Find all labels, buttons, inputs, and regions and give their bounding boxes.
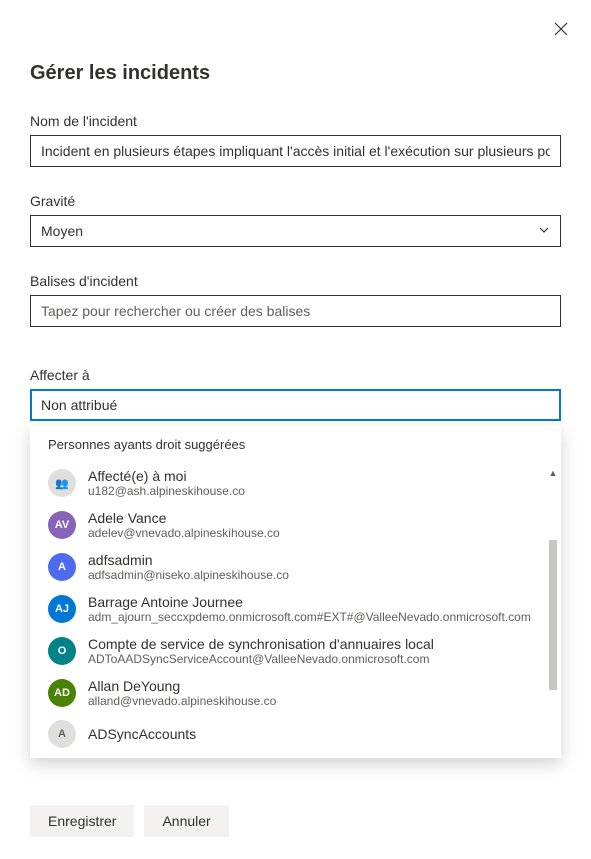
avatar: AD xyxy=(48,679,76,707)
incident-name-input[interactable] xyxy=(30,135,561,167)
suggestion-text: Affecté(e) à moiu182@ash.alpineskihouse.… xyxy=(88,468,543,498)
suggestion-text: Adele Vanceadelev@vnevado.alpineskihouse… xyxy=(88,510,543,540)
avatar: AV xyxy=(48,511,76,539)
tags-input[interactable] xyxy=(30,295,561,327)
suggestion-name: ADSyncAccounts xyxy=(88,726,543,742)
suggestion-item[interactable]: O Compte de service de synchronisation d'… xyxy=(30,630,561,672)
avatar: A xyxy=(48,553,76,581)
avatar: O xyxy=(48,637,76,665)
scrollbar-thumb[interactable] xyxy=(549,540,557,690)
tags-label: Balises d'incident xyxy=(30,273,561,289)
incident-name-field: Nom de l'incident xyxy=(30,113,561,167)
suggestion-text: ADSyncAccounts xyxy=(88,726,543,742)
suggestion-email: u182@ash.alpineskihouse.co xyxy=(88,484,543,498)
suggestion-name: Adele Vance xyxy=(88,510,543,526)
avatar: 👥 xyxy=(48,469,76,497)
dialog-footer: Enregistrer Annuler xyxy=(30,805,229,837)
suggestion-name: Compte de service de synchronisation d'a… xyxy=(88,636,543,652)
suggestion-item[interactable]: AV Adele Vanceadelev@vnevado.alpineskihou… xyxy=(30,504,561,546)
suggestion-name: Affecté(e) à moi xyxy=(88,468,543,484)
close-button[interactable] xyxy=(549,18,573,42)
suggestions-dropdown: Personnes ayants droit suggérées 👥 Affect… xyxy=(30,425,561,758)
assign-to-field: Affecter à Personnes ayants droit suggér… xyxy=(30,367,561,421)
suggestion-item[interactable]: AJ Barrage Antoine Journeeadm_ajourn_secc… xyxy=(30,588,561,630)
save-button[interactable]: Enregistrer xyxy=(30,805,134,837)
dialog-title: Gérer les incidents xyxy=(30,62,561,85)
avatar: AJ xyxy=(48,595,76,623)
suggestion-email: adfsadmin@niseko.alpineskihouse.co xyxy=(88,568,543,582)
assign-to-label: Affecter à xyxy=(30,367,561,383)
severity-dropdown[interactable]: Moyen xyxy=(30,215,561,247)
suggestion-item[interactable]: A ADSyncAccounts xyxy=(30,714,561,754)
suggestion-name: Allan DeYoung xyxy=(88,678,543,694)
suggestion-name: Barrage Antoine Journee xyxy=(88,594,543,610)
suggestions-header: Personnes ayants droit suggérées xyxy=(30,437,561,462)
scroll-up-arrow-icon[interactable]: ▲ xyxy=(549,468,558,478)
suggestion-text: Compte de service de synchronisation d'a… xyxy=(88,636,543,666)
scrollbar[interactable]: ▲ ▼ xyxy=(549,468,557,754)
avatar: A xyxy=(48,720,76,748)
assign-to-input[interactable] xyxy=(30,389,561,421)
suggestion-email: adm_ajourn_seccxpdemo.onmicrosoft.com#EX… xyxy=(88,610,543,624)
severity-label: Gravité xyxy=(30,193,561,209)
close-icon xyxy=(554,22,568,39)
suggestion-item[interactable]: AD Allan DeYoungalland@vnevado.alpineskih… xyxy=(30,672,561,714)
severity-value: Moyen xyxy=(41,223,83,239)
suggestion-email: adelev@vnevado.alpineskihouse.co xyxy=(88,526,543,540)
suggestions-list: 👥 Affecté(e) à moiu182@ash.alpineskihouse… xyxy=(30,462,561,754)
suggestion-name: adfsadmin xyxy=(88,552,543,568)
severity-field: Gravité Moyen xyxy=(30,193,561,247)
incident-name-label: Nom de l'incident xyxy=(30,113,561,129)
tags-field: Balises d'incident xyxy=(30,273,561,327)
chevron-down-icon xyxy=(538,223,550,239)
suggestion-text: Barrage Antoine Journeeadm_ajourn_seccxp… xyxy=(88,594,543,624)
scroll-down-arrow-icon[interactable]: ▼ xyxy=(549,752,558,754)
suggestion-item[interactable]: 👥 Affecté(e) à moiu182@ash.alpineskihouse… xyxy=(30,462,561,504)
cancel-button[interactable]: Annuler xyxy=(144,805,228,837)
suggestion-item[interactable]: Aadfsadminadfsadmin@niseko.alpineskihous… xyxy=(30,546,561,588)
suggestion-email: ADToAADSyncServiceAccount@ValleeNevado.o… xyxy=(88,652,543,666)
suggestion-email: alland@vnevado.alpineskihouse.co xyxy=(88,694,543,708)
suggestion-text: adfsadminadfsadmin@niseko.alpineskihouse… xyxy=(88,552,543,582)
suggestion-text: Allan DeYoungalland@vnevado.alpineskihou… xyxy=(88,678,543,708)
